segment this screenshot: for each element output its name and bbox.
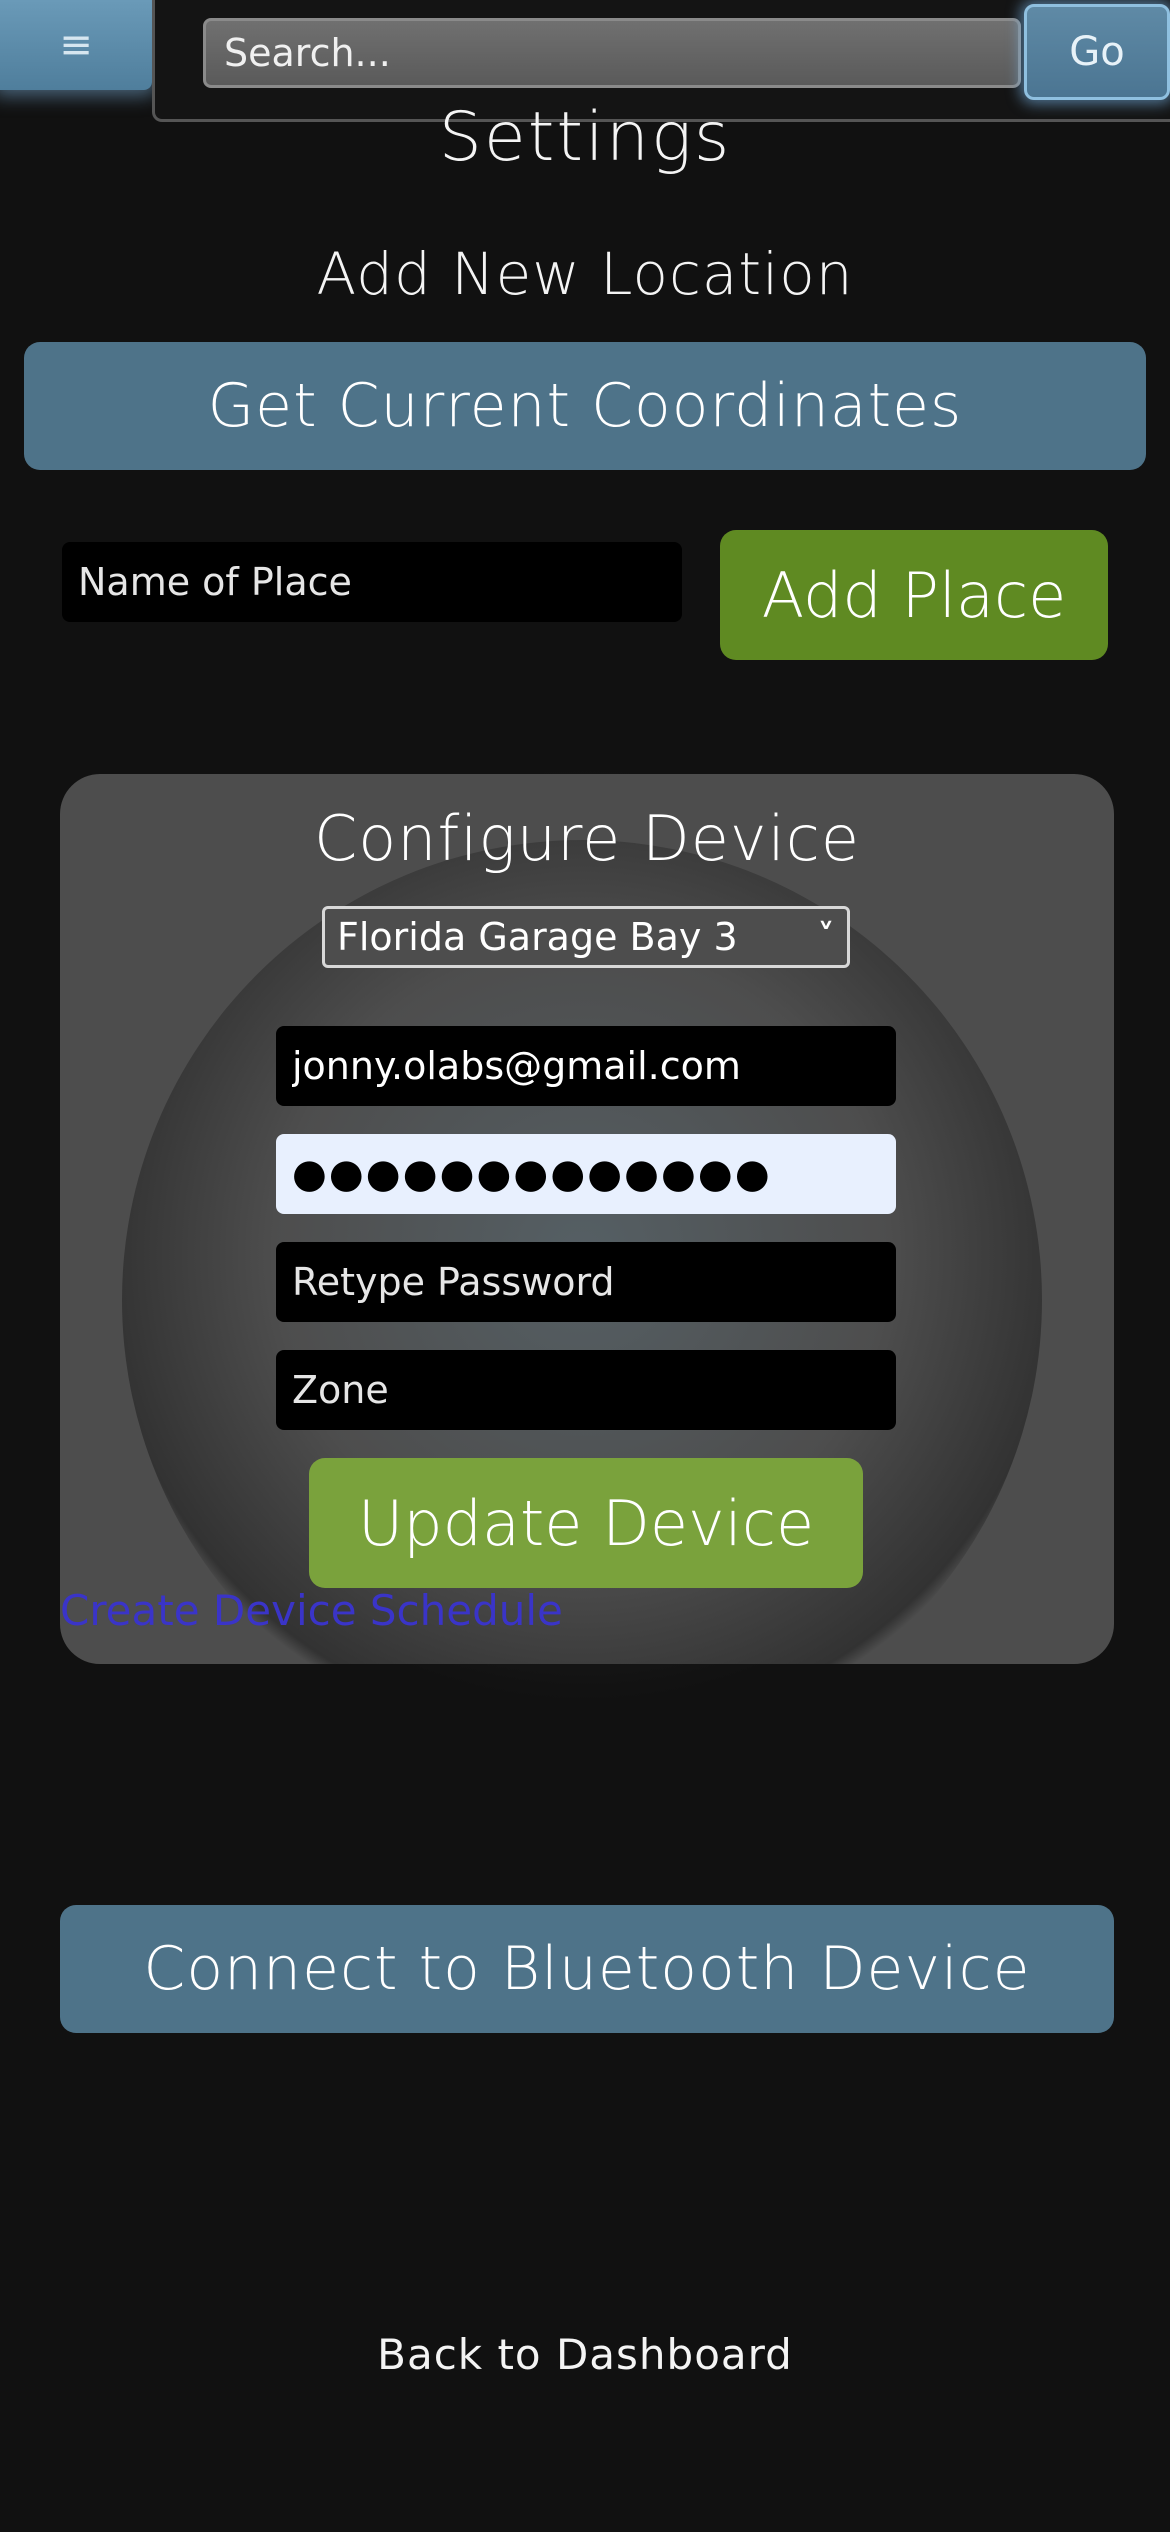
zone-field[interactable] (276, 1350, 896, 1430)
device-select[interactable]: Florida Garage Bay 3 ˅ (322, 906, 850, 968)
email-field[interactable] (276, 1026, 896, 1106)
retype-password-field[interactable] (276, 1242, 896, 1322)
update-device-button[interactable]: Update Device (309, 1458, 863, 1588)
add-location-heading: Add New Location (316, 240, 854, 308)
device-select-value: Florida Garage Bay 3 (337, 915, 738, 959)
go-button[interactable]: Go (1024, 4, 1170, 100)
password-field[interactable] (276, 1134, 896, 1214)
add-place-button[interactable]: Add Place (720, 530, 1108, 660)
hamburger-icon: ≡ (59, 22, 93, 68)
page-title: Settings (438, 98, 732, 177)
configure-device-title: Configure Device (313, 802, 861, 875)
get-coordinates-button[interactable]: Get Current Coordinates (24, 342, 1146, 470)
connect-bluetooth-button[interactable]: Connect to Bluetooth Device (60, 1905, 1114, 2033)
search-input[interactable] (203, 18, 1021, 88)
chevron-down-icon: ˅ (817, 917, 835, 957)
place-name-input[interactable] (62, 542, 682, 622)
menu-button[interactable]: ≡ (0, 0, 152, 90)
back-to-dashboard-link[interactable]: Back to Dashboard (0, 2330, 1170, 2379)
configure-device-card: Configure Device Florida Garage Bay 3 ˅ … (60, 774, 1114, 1664)
create-schedule-link[interactable]: Create Device Schedule (60, 1586, 563, 1635)
